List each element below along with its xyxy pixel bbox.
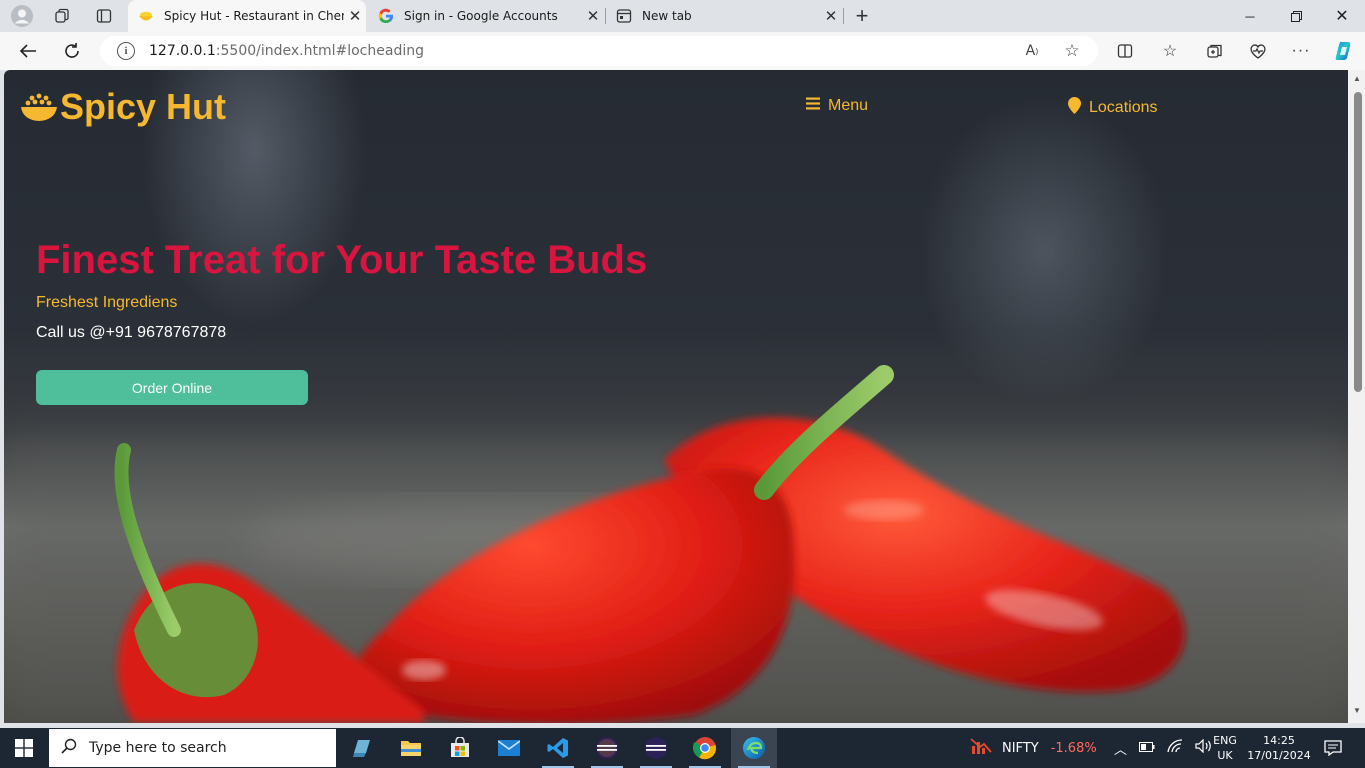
browser-tab-bar: Spicy Hut - Restaurant in Chenna ✕ Sign … bbox=[0, 0, 1365, 32]
hero-headline: Finest Treat for Your Taste Buds bbox=[36, 238, 648, 282]
stock-change: -1.68% bbox=[1050, 740, 1097, 756]
eclipse-icon[interactable] bbox=[584, 728, 630, 768]
tab-google-signin[interactable]: Sign in - Google Accounts ✕ bbox=[368, 0, 604, 32]
clock[interactable]: 14:25 17/01/2024 bbox=[1247, 728, 1311, 768]
google-icon bbox=[378, 8, 394, 24]
close-tab-icon[interactable]: ✕ bbox=[820, 7, 842, 25]
nav-menu-label: Menu bbox=[828, 97, 869, 114]
collections-icon[interactable] bbox=[1203, 41, 1225, 61]
chrome-icon[interactable] bbox=[682, 728, 728, 768]
stock-widget[interactable]: NIFTY -1.68% bbox=[970, 728, 1097, 768]
tab-title: Sign in - Google Accounts bbox=[404, 9, 558, 23]
minimize-icon[interactable]: ─ bbox=[1227, 0, 1273, 32]
more-options-icon[interactable]: ··· bbox=[1290, 41, 1312, 61]
address-bar[interactable]: i 127.0.0.1:5500/index.html#locheading A… bbox=[100, 36, 1098, 66]
hamburger-menu-icon bbox=[806, 97, 820, 115]
mail-icon[interactable] bbox=[486, 728, 532, 768]
windows-start-icon[interactable] bbox=[0, 728, 48, 768]
microsoft-store-icon[interactable] bbox=[437, 728, 483, 768]
restore-icon[interactable] bbox=[1273, 0, 1319, 32]
wifi-icon[interactable] bbox=[1167, 739, 1183, 757]
vscode-icon[interactable] bbox=[535, 728, 581, 768]
scroll-down-arrow-icon[interactable]: ▼ bbox=[1352, 706, 1362, 715]
brand-name: Spicy Hut bbox=[60, 86, 227, 127]
hero-subtitle: Freshest Ingrediens bbox=[36, 294, 178, 311]
new-tab-plus-icon[interactable]: + bbox=[848, 3, 876, 28]
tab-title: Spicy Hut - Restaurant in Chenna bbox=[164, 9, 344, 23]
rice-bowl-icon bbox=[21, 93, 57, 121]
url-host: 127.0.0.1 bbox=[149, 43, 216, 59]
refresh-icon[interactable] bbox=[57, 37, 87, 65]
stock-name: NIFTY bbox=[1002, 740, 1039, 756]
tab-spicy-hut[interactable]: Spicy Hut - Restaurant in Chenna ✕ bbox=[128, 0, 366, 32]
eclipse-ide-icon[interactable] bbox=[633, 728, 679, 768]
nav-locations-label: Locations bbox=[1089, 99, 1158, 116]
file-explorer-icon[interactable] bbox=[388, 728, 434, 768]
chevron-up-icon[interactable]: ︿ bbox=[1114, 739, 1127, 758]
edge-old-icon[interactable] bbox=[339, 728, 385, 768]
close-window-icon[interactable]: ✕ bbox=[1319, 0, 1365, 32]
hero-phone: Call us @+91 9678767878 bbox=[36, 324, 227, 341]
new-tab-icon bbox=[616, 8, 632, 24]
back-arrow-icon[interactable] bbox=[13, 37, 43, 65]
page-viewport: Spicy Hut Menu Locations Finest Treat fo… bbox=[4, 70, 1348, 723]
nav-locations-link[interactable]: Locations bbox=[1068, 97, 1158, 119]
site-logo[interactable]: Spicy Hut bbox=[20, 86, 226, 128]
edge-icon[interactable] bbox=[731, 728, 777, 768]
rice-bowl-icon bbox=[138, 8, 154, 24]
profile-icon[interactable] bbox=[8, 4, 36, 28]
close-tab-icon[interactable]: ✕ bbox=[344, 7, 366, 25]
browser-essentials-icon[interactable] bbox=[1247, 41, 1269, 61]
clock-date: 17/01/2024 bbox=[1247, 749, 1311, 762]
windows-taskbar: Type here to search NIFTY -1.68% ︿ ENG U… bbox=[0, 728, 1365, 768]
tab-actions-icon[interactable] bbox=[90, 4, 118, 28]
site-info-icon[interactable]: i bbox=[117, 42, 135, 60]
scroll-thumb[interactable] bbox=[1354, 92, 1362, 392]
tab-separator bbox=[843, 8, 844, 24]
nav-menu-link[interactable]: Menu bbox=[806, 97, 868, 115]
search-placeholder: Type here to search bbox=[89, 740, 227, 756]
lang-bottom: UK bbox=[1217, 749, 1233, 762]
order-online-button[interactable]: Order Online bbox=[36, 370, 308, 405]
notifications-icon[interactable] bbox=[1324, 728, 1342, 768]
lang-top: ENG bbox=[1213, 734, 1237, 747]
tab-new-tab[interactable]: New tab ✕ bbox=[606, 0, 842, 32]
read-aloud-icon[interactable]: A) bbox=[1022, 42, 1042, 60]
favorites-icon[interactable]: ☆ bbox=[1159, 41, 1181, 61]
language-indicator[interactable]: ENG UK bbox=[1211, 728, 1239, 768]
stock-chart-icon bbox=[970, 736, 992, 760]
url-path: :5500/index.html#locheading bbox=[215, 43, 424, 59]
scroll-up-arrow-icon[interactable]: ▲ bbox=[1352, 74, 1362, 83]
page-scrollbar[interactable]: ▲ ▼ bbox=[1348, 70, 1365, 723]
favorite-star-icon[interactable]: ☆ bbox=[1062, 41, 1082, 61]
taskbar-search-box[interactable]: Type here to search bbox=[49, 729, 336, 767]
system-tray: ︿ bbox=[1114, 728, 1213, 768]
battery-icon[interactable] bbox=[1139, 741, 1155, 756]
copilot-icon[interactable] bbox=[1331, 41, 1357, 61]
tab-title: New tab bbox=[642, 9, 692, 23]
clock-time: 14:25 bbox=[1263, 734, 1295, 747]
workspaces-icon[interactable] bbox=[48, 4, 76, 28]
browser-toolbar: i 127.0.0.1:5500/index.html#locheading A… bbox=[0, 32, 1365, 70]
close-tab-icon[interactable]: ✕ bbox=[582, 7, 604, 25]
location-pin-icon bbox=[1068, 97, 1081, 119]
search-icon bbox=[61, 738, 77, 758]
split-screen-icon[interactable] bbox=[1114, 41, 1136, 61]
